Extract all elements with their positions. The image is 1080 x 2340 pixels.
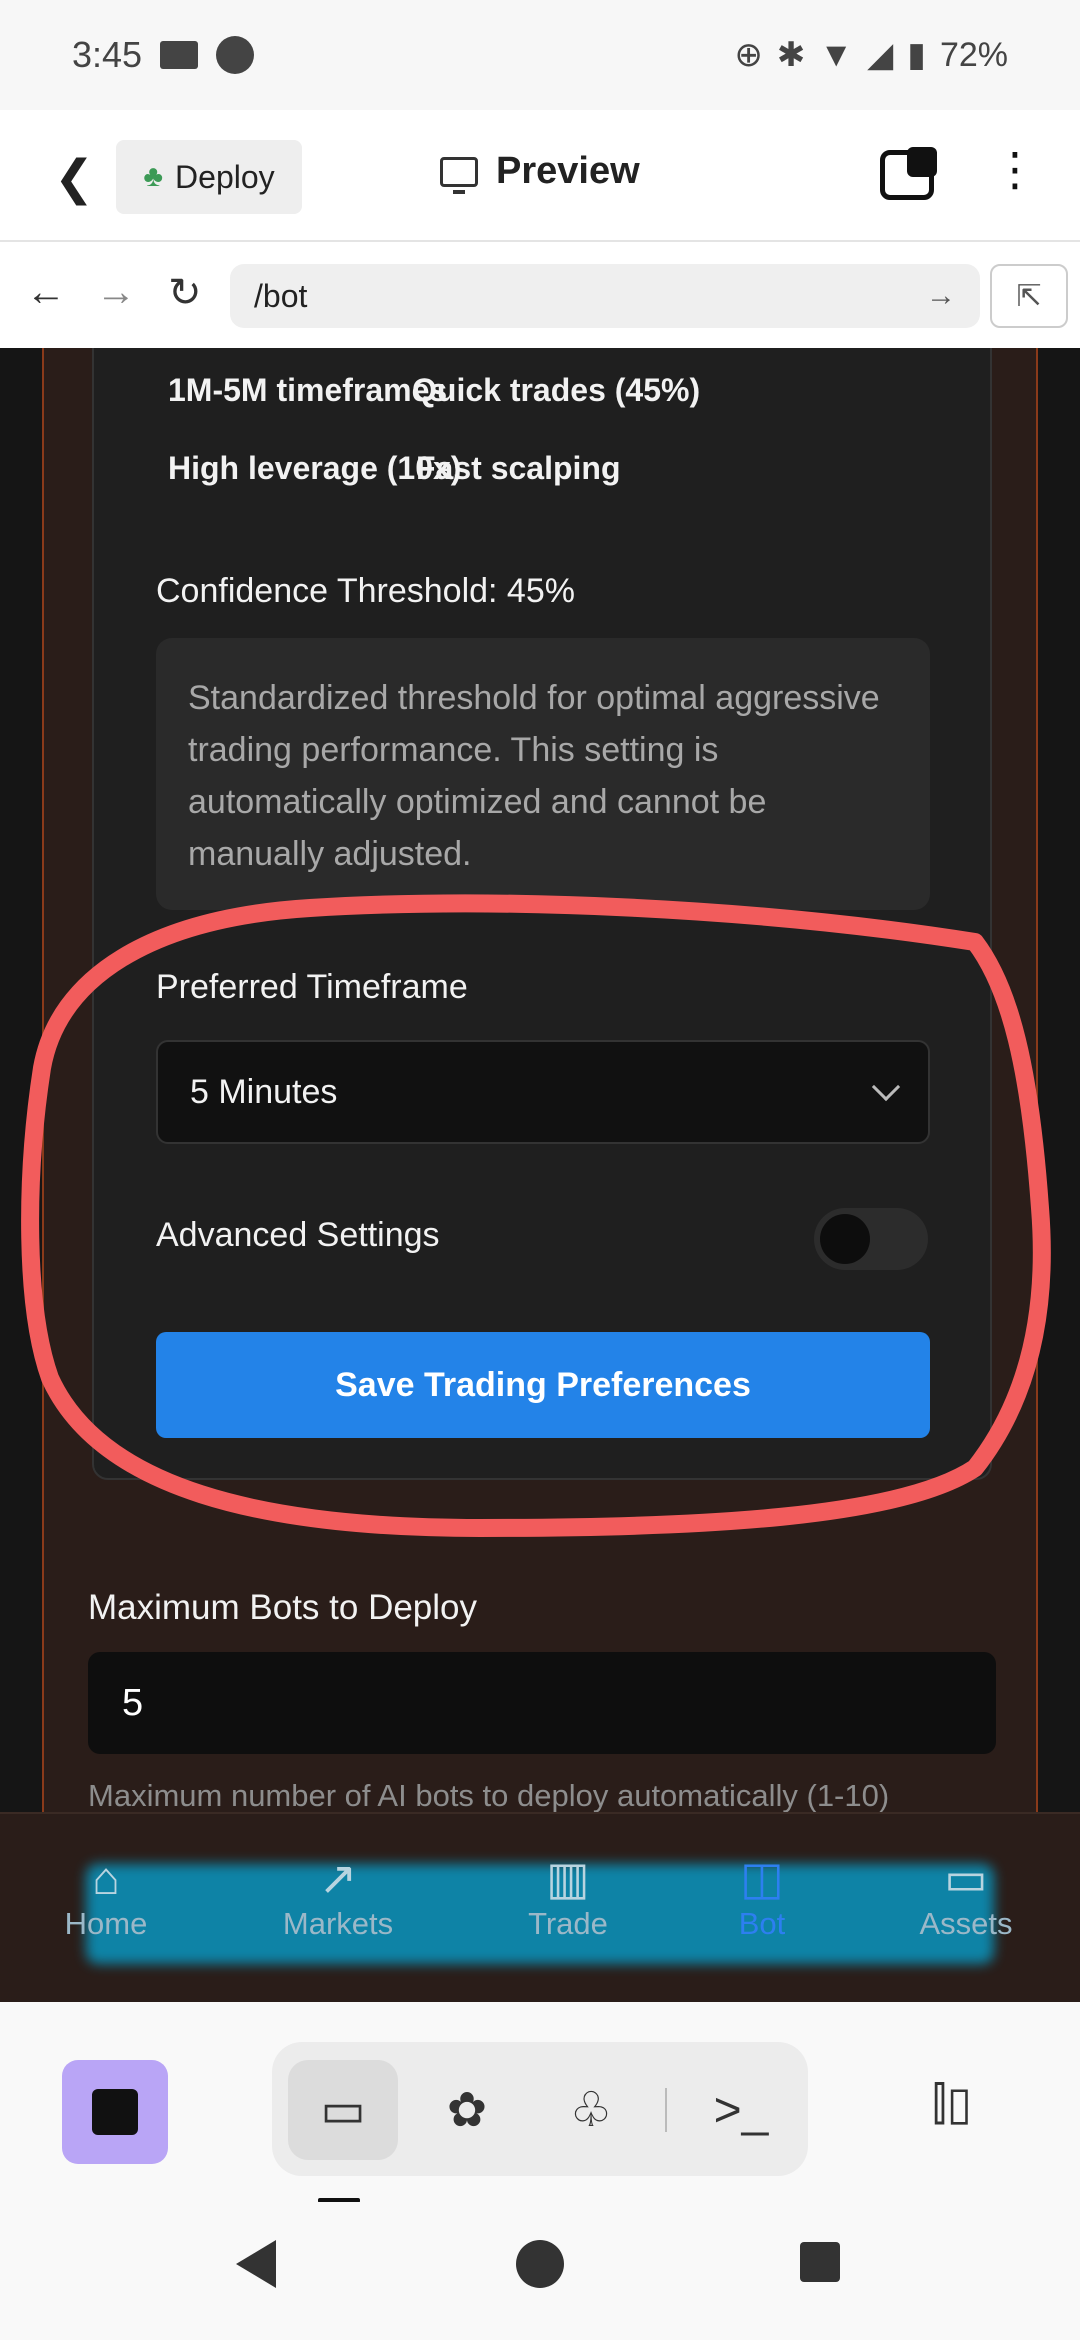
status-bar: 3:45 ⊕ ✱ ▼ ◢ ▮ 72% <box>0 0 1080 110</box>
nav-home[interactable]: ⌂ Home <box>16 1850 196 1942</box>
bar-chart-icon: ▥ <box>546 1852 590 1904</box>
wifi-icon: ▼ <box>819 35 854 74</box>
status-right: ⊕ ✱ ▼ ◢ ▮ 72% <box>734 35 1008 75</box>
bluetooth-icon: ✱ <box>776 36 806 74</box>
url-row: ← → ↻ /bot → ⇱ <box>0 244 1080 348</box>
monitor-icon <box>440 156 478 194</box>
stop-button[interactable] <box>62 2060 168 2164</box>
terminal-icon[interactable]: >_ <box>686 2060 796 2160</box>
battery-level: 72% <box>939 35 1008 74</box>
trending-icon: ↗ <box>318 1852 358 1904</box>
toggle-knob <box>820 1214 870 1264</box>
save-preferences-button[interactable]: Save Trading Preferences <box>156 1332 930 1438</box>
nav-trade[interactable]: ▥ Trade <box>478 1850 658 1942</box>
bot-settings-panel: 1M-5M timeframes Quick trades (45%) High… <box>42 348 1038 1812</box>
system-back-icon[interactable] <box>236 2240 276 2288</box>
url-input[interactable]: /bot → <box>230 264 980 328</box>
nav-markets-label: Markets <box>282 1906 394 1941</box>
web-content: 1M-5M timeframes Quick trades (45%) High… <box>0 348 1080 1812</box>
max-bots-input[interactable]: 5 <box>88 1652 996 1754</box>
preview-title[interactable]: Preview <box>440 150 640 194</box>
notification-dot-icon <box>216 36 255 74</box>
data-saver-icon: ⊕ <box>734 36 763 74</box>
nav-markets[interactable]: ↗ Markets <box>248 1850 428 1942</box>
browser-forward-icon[interactable]: → <box>96 270 136 315</box>
nav-assets-label: Assets <box>919 1906 1013 1941</box>
side-panel-icon[interactable]: ⫿▯ <box>932 2076 972 2132</box>
browser-back-icon[interactable]: ← <box>26 270 66 315</box>
mail-icon <box>160 41 199 69</box>
system-recents-icon[interactable] <box>800 2242 840 2282</box>
deploy-label: Deploy <box>175 158 275 195</box>
bottom-nav: ⌂ Home ↗ Markets ▥ Trade ◫ Bot ▭ Assets <box>0 1812 1080 2002</box>
feature-quick-trades: Quick trades (45%) <box>412 372 701 408</box>
browser-toolbar: ▭ ✿ ♧ >_ ⫿▯ <box>0 2002 1080 2203</box>
url-text: /bot <box>254 277 308 314</box>
nav-home-label: Home <box>64 1906 148 1941</box>
stop-icon <box>92 2089 138 2135</box>
timeframe-select[interactable]: 5 Minutes <box>156 1040 930 1144</box>
advanced-settings-toggle[interactable] <box>814 1208 928 1270</box>
apps-grid-icon[interactable]: ✿ <box>412 2060 522 2160</box>
confidence-info: Standardized threshold for optimal aggre… <box>156 638 930 910</box>
robot-icon: ◫ <box>740 1852 784 1904</box>
timeframe-value: 5 Minutes <box>190 1072 338 1111</box>
signal-icon: ◢ <box>867 36 894 74</box>
save-label: Save Trading Preferences <box>335 1365 751 1404</box>
mode-switcher: ▭ ✿ ♧ >_ <box>272 2042 808 2176</box>
status-left: 3:45 <box>72 34 255 76</box>
home-icon: ⌂ <box>92 1852 120 1904</box>
timeframe-label: Preferred Timeframe <box>156 968 468 1006</box>
chevron-down-icon <box>871 1072 901 1102</box>
back-icon[interactable]: ❮ <box>54 150 94 206</box>
nav-bot-label: Bot <box>738 1906 786 1941</box>
deploy-tree-icon[interactable]: ♧ <box>536 2060 646 2160</box>
strategy-card: 1M-5M timeframes Quick trades (45%) High… <box>92 348 992 1480</box>
nav-assets[interactable]: ▭ Assets <box>876 1850 1056 1942</box>
system-home-icon[interactable] <box>516 2240 564 2288</box>
go-arrow-icon[interactable]: → <box>926 279 956 313</box>
wallet-icon: ▭ <box>944 1852 988 1904</box>
app-header: ❮ ♣ Deploy Preview ⋮ <box>0 110 1080 242</box>
desktop-mode-icon[interactable]: ▭ <box>288 2060 398 2160</box>
battery-icon: ▮ <box>907 36 926 74</box>
max-bots-value: 5 <box>122 1681 144 1724</box>
feature-timeframes: 1M-5M timeframes <box>168 372 448 408</box>
tabs-icon[interactable] <box>880 147 937 200</box>
mode-separator <box>665 2088 667 2132</box>
nav-trade-label: Trade <box>528 1906 608 1941</box>
nav-bot[interactable]: ◫ Bot <box>672 1850 852 1942</box>
tree-icon: ♣ <box>143 160 164 193</box>
max-bots-label: Maximum Bots to Deploy <box>88 1588 478 1627</box>
max-bots-help: Maximum number of AI bots to deploy auto… <box>88 1778 890 1812</box>
open-external-icon[interactable]: ⇱ <box>990 264 1068 328</box>
more-menu-icon[interactable]: ⋮ <box>992 146 1038 192</box>
deploy-button[interactable]: ♣ Deploy <box>116 140 302 214</box>
preview-label: Preview <box>496 150 640 192</box>
reload-icon[interactable]: ↻ <box>168 270 202 316</box>
status-time: 3:45 <box>72 34 143 75</box>
feature-scalping: Fast scalping <box>416 450 621 486</box>
confidence-label: Confidence Threshold: 45% <box>156 572 575 610</box>
system-nav <box>0 2202 1080 2340</box>
advanced-settings-label: Advanced Settings <box>156 1216 440 1254</box>
